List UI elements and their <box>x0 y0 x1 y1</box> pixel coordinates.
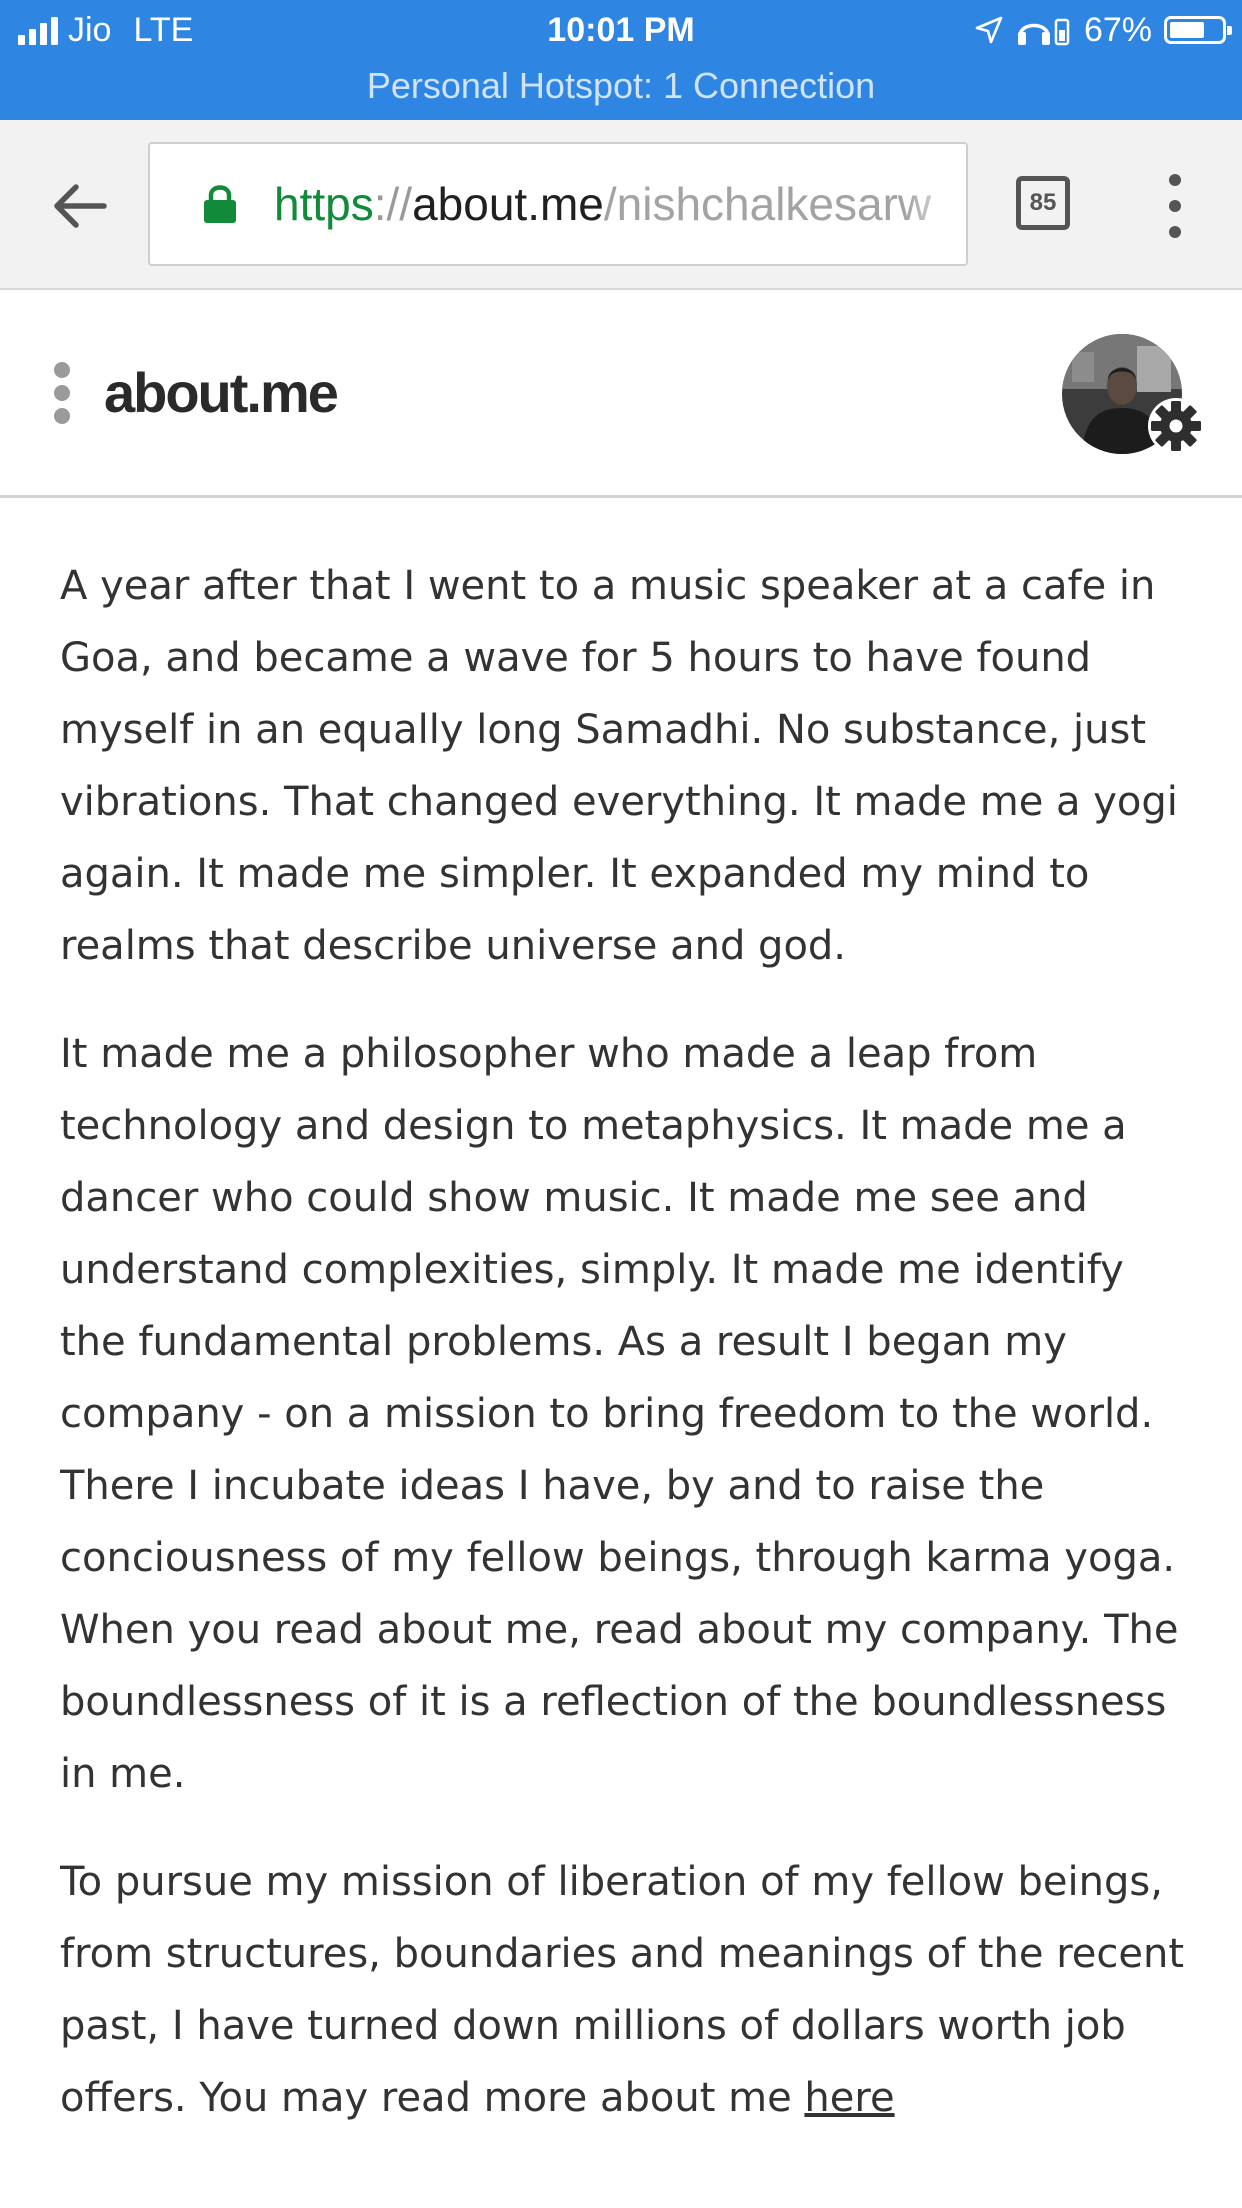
location-icon <box>974 15 1004 45</box>
back-arrow-icon <box>54 184 107 228</box>
bio-paragraph-2: It made me a philosopher who made a leap… <box>60 1031 1179 1797</box>
bio-paragraph-3: To pursue my mission of liberation of my… <box>60 1846 1190 2134</box>
url-text: https://about.me/nishchalkesarw <box>274 174 931 234</box>
url-separator: :// <box>373 178 413 230</box>
url-scheme: https <box>274 178 374 230</box>
battery-level <box>1170 22 1204 38</box>
site-header: about.me <box>0 290 1242 498</box>
gear-icon[interactable] <box>1146 396 1206 456</box>
status-right: 67% <box>974 10 1232 50</box>
address-bar[interactable]: https://about.me/nishchalkesarw <box>148 142 968 266</box>
bio-paragraph-3-text: To pursue my mission of liberation of my… <box>60 1859 1185 2121</box>
url-host: about.me <box>412 178 604 230</box>
battery-percent: 67% <box>1083 10 1152 49</box>
screen: Jio LTE 10:01 PM 67% Personal Hotspot: 1… <box>0 0 1242 2208</box>
overflow-menu-icon[interactable] <box>1160 174 1190 238</box>
battery-icon <box>1164 16 1232 44</box>
menu-dots-icon[interactable] <box>52 362 72 424</box>
lock-icon <box>204 185 236 223</box>
url-path: /nishchalkesarw <box>603 178 932 230</box>
status-bar: Jio LTE 10:01 PM 67% Personal Hotspot: 1… <box>0 0 1242 120</box>
profile-bio: A year after that I went to a music spea… <box>60 498 1190 2208</box>
tabs-icon[interactable]: 85 <box>1016 176 1070 230</box>
hotspot-banner[interactable]: Personal Hotspot: 1 Connection <box>0 64 1242 108</box>
read-more-link[interactable]: here <box>804 2075 894 2121</box>
bio-paragraph-1: A year after that I went to a music spea… <box>60 563 1178 969</box>
back-button[interactable] <box>50 176 110 236</box>
headphones-icon <box>1016 14 1072 46</box>
browser-toolbar: https://about.me/nishchalkesarw 85 <box>0 120 1242 290</box>
site-logo[interactable]: about.me <box>104 358 339 428</box>
url-fade <box>906 144 966 264</box>
